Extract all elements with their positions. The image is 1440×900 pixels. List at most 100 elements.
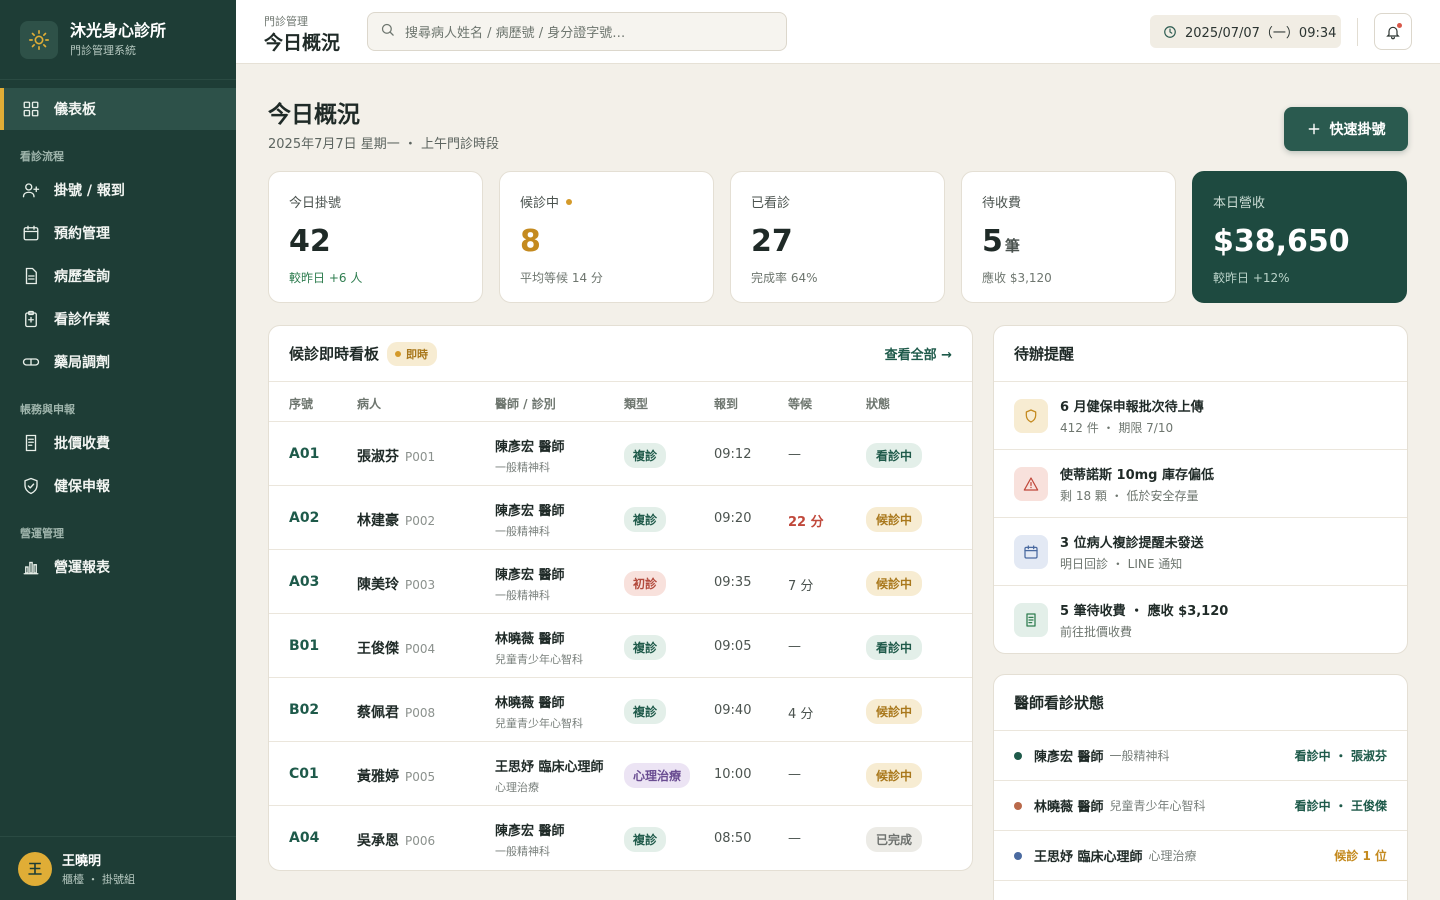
stat-note: 較昨日 +6 人 [289, 271, 363, 285]
divider [1357, 18, 1358, 46]
arrival-time: 09:12 [714, 447, 752, 462]
doctor-row[interactable]: 王思妤 臨床心理師 心理治療 候診 1 位 [994, 831, 1407, 881]
doctor-row[interactable]: 林曉薇 醫師 兒童青少年心智科 看診中 ・ 王俊傑 [994, 781, 1407, 831]
avatar: 王 [18, 851, 52, 886]
table-row[interactable]: A01 張淑芬 P001 陳彥宏 醫師 一般精神科 複診 09:12 — 看診中 [269, 422, 972, 486]
todo-subtitle: 明日回診 ・ LINE 通知 [1060, 556, 1183, 571]
doctor-name: 林曉薇 醫師 [495, 696, 565, 711]
visit-type-badge: 複診 [624, 827, 667, 852]
sidebar-item-label: 健保申報 [54, 479, 110, 495]
doctor-status: 候診 1 位 [1334, 849, 1387, 863]
clinic-subtitle: 門診管理系統 [70, 43, 136, 57]
todo-subtitle: 412 件 ・ 期限 7/10 [1060, 420, 1174, 435]
doctor-name: 陳彥宏 醫師 [495, 504, 565, 519]
notifications-button[interactable] [1374, 13, 1412, 50]
todo-text: 6 月健保申報批次待上傳 412 件 ・ 期限 7/10 [1060, 396, 1204, 436]
nav-section-title: 看診流程 [20, 150, 64, 163]
status-badge: 候診中 [866, 571, 923, 596]
patient-id: P004 [405, 642, 436, 656]
patient-cell: 蔡佩君 P008 [357, 702, 435, 722]
sidebar-item-billing[interactable]: 批價收費 [0, 423, 236, 463]
patient-id: P005 [405, 770, 436, 784]
todo-item[interactable]: 6 月健保申報批次待上傳 412 件 ・ 期限 7/10 [994, 382, 1407, 450]
datetime-text: 2025/07/07（一）09:34 [1185, 26, 1337, 41]
nav-section-title: 帳務與申報 [20, 403, 75, 416]
sidebar-item-consultation[interactable]: 看診作業 [0, 299, 236, 339]
sidebar-item-label: 病歷查詢 [54, 269, 110, 285]
arrival-time: 09:40 [714, 703, 752, 718]
bar-chart-icon [22, 558, 40, 576]
view-all-link[interactable]: 查看全部 → [885, 344, 952, 363]
department: 心理治療 [495, 781, 539, 794]
todo-item[interactable]: 3 位病人複診提醒未發送 明日回診 ・ LINE 通知 [994, 518, 1407, 586]
calendar-icon [1014, 534, 1048, 569]
todo-item[interactable]: 使蒂諾斯 10mg 庫存偏低剩 18 顆 ・ 低於安全存量 [994, 450, 1407, 518]
plus-icon [1307, 122, 1321, 136]
receipt-icon [22, 434, 40, 452]
stat-card-registrations: 今日掛號 42 較昨日 +6 人 [268, 171, 483, 303]
patient-cell: 吳承恩 P006 [357, 830, 435, 850]
todo-item[interactable]: 5 筆待收費 ・ 應收 $3,120 前往批價收費 [994, 586, 1407, 653]
patient-id: P003 [405, 578, 436, 592]
sidebar-item-dashboard[interactable]: 儀表板 [0, 88, 236, 130]
sidebar-item-records[interactable]: 病歷查詢 [0, 256, 236, 296]
stat-note: 較昨日 +12% [1213, 271, 1290, 285]
table-row[interactable]: B02 蔡佩君 P008 林曉薇 醫師 兒童青少年心智科 複診 09:40 4 分 候診中 [269, 678, 972, 742]
sidebar-item-appointments[interactable]: 預約管理 [0, 213, 236, 253]
table-row[interactable]: A03 陳美玲 P003 陳彥宏 醫師 一般精神科 初診 09:35 7 分 候診中 [269, 550, 972, 614]
clock-icon [1163, 25, 1177, 39]
sidebar-item-reports[interactable]: 營運報表 [0, 547, 236, 587]
arrival-time: 09:20 [714, 511, 752, 526]
sidebar-item-label: 掛號 / 報到 [54, 183, 125, 199]
shield-icon [1014, 398, 1048, 433]
table-row[interactable]: A04 吳承恩 P006 陳彥宏 醫師 一般精神科 複診 08:50 — 已完成 [269, 806, 972, 870]
breadcrumb: 門診管理 [264, 15, 308, 28]
doctor-name: 陳彥宏 醫師 [495, 440, 565, 455]
table-row[interactable]: A02 林建豪 P002 陳彥宏 醫師 一般精神科 複診 09:20 22 分 候診中 [269, 486, 972, 550]
sidebar-item-insurance[interactable]: 健保申報 [0, 466, 236, 506]
wait-time: — [788, 639, 801, 654]
stat-value: 27 [751, 224, 793, 259]
wait-time: 7 分 [788, 579, 814, 594]
column-header: 類型 [624, 397, 649, 411]
user-profile[interactable]: 王 王曉明 櫃檯 ・ 掛號組 [0, 836, 236, 900]
todo-title: 3 位病人複診提醒未發送 [1060, 535, 1204, 551]
patient-id: P008 [405, 706, 436, 720]
quick-register-label: 快速掛號 [1329, 122, 1386, 138]
doctor-cell: 林曉薇 醫師 兒童青少年心智科 [495, 628, 583, 667]
stat-label: 今日掛號 [289, 196, 342, 211]
queue-number: B01 [289, 638, 320, 654]
sidebar-item-pharmacy[interactable]: 藥局調劑 [0, 342, 236, 382]
patient-id: P002 [405, 514, 436, 528]
patient-name: 張淑芬 [357, 449, 399, 465]
table-row[interactable]: C01 黃雅婷 P005 王思妤 臨床心理師 心理治療 心理治療 10:00— 候診中 [269, 742, 972, 806]
doctor-name: 王思妤 臨床心理師 [1034, 850, 1143, 865]
doctor-name: 王思妤 臨床心理師 [495, 760, 604, 775]
wait-time: — [788, 447, 801, 462]
shield-check-icon [22, 477, 40, 495]
stat-card-waiting: 候診中 8 平均等候 14 分 [499, 171, 714, 303]
status-dot [566, 198, 573, 205]
search-icon [380, 22, 395, 41]
sidebar-item-label: 預約管理 [54, 226, 110, 242]
doctor-department: 兒童青少年心智科 [1109, 799, 1206, 813]
table-row[interactable]: B01 王俊傑 P004 林曉薇 醫師 兒童青少年心智科 複診 09:05 — 看診中 [269, 614, 972, 678]
arrival-time: 10:00 [714, 767, 752, 782]
doctor-row[interactable]: 陳彥宏 醫師 一般精神科 看診中 ・ 張淑芬 [994, 731, 1407, 781]
live-badge: 即時 [387, 341, 438, 366]
sidebar-item-label: 看診作業 [54, 312, 110, 328]
sidebar-item-registration[interactable]: 掛號 / 報到 [0, 170, 236, 210]
todo-subtitle: 前往批價收費 [1060, 625, 1133, 639]
doctor-department: 一般精神科 [1109, 749, 1170, 763]
quick-register-button[interactable]: 快速掛號 [1284, 107, 1408, 151]
stat-value: $38,650 [1213, 224, 1350, 259]
patient-cell: 林建豪 P002 [357, 510, 435, 530]
doctor-list: 陳彥宏 醫師 一般精神科 看診中 ・ 張淑芬 林曉薇 醫師 兒童青少年心智科 看診中 ・ … [994, 731, 1407, 881]
status-badge: 候診中 [866, 507, 923, 532]
doctor-cell: 王思妤 臨床心理師 心理治療 [495, 756, 604, 795]
search-input[interactable]: 搜尋病人姓名 / 病歷號 / 身分證字號… [367, 12, 787, 51]
doctor-color-dot [1014, 801, 1022, 810]
stat-label: 候診中 [520, 192, 693, 211]
todo-title: 待辦提醒 [1014, 345, 1075, 363]
queue-number: C01 [289, 766, 319, 782]
